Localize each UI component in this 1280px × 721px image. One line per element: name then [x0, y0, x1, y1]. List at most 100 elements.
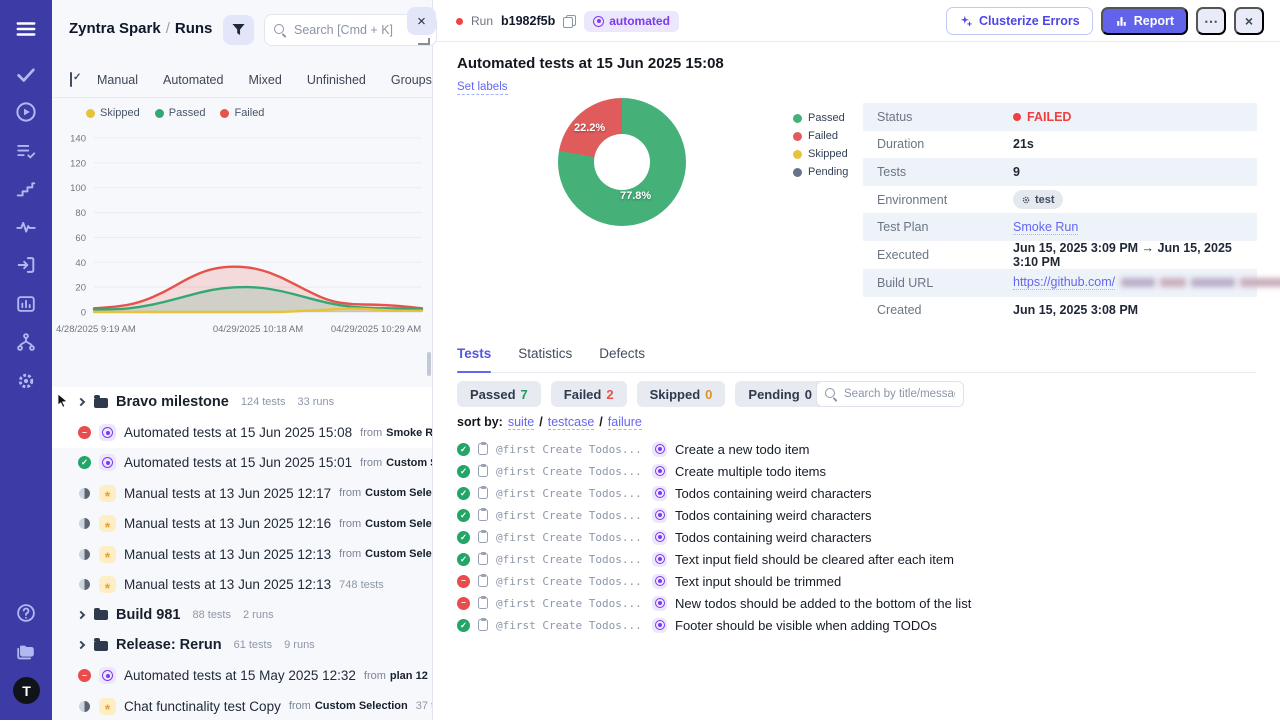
test-suite-label[interactable]: @first Create Todos...	[496, 619, 644, 632]
analytics-icon[interactable]	[15, 293, 37, 315]
tab-tests[interactable]: Tests	[457, 346, 491, 372]
test-row[interactable]: @first Create Todos... Todos containing …	[457, 504, 1270, 526]
close-run-button[interactable]: ×	[1234, 7, 1264, 35]
test-title[interactable]: Text input field should be cleared after…	[675, 552, 954, 567]
chevron-right-icon[interactable]	[77, 398, 85, 406]
test-suite-label[interactable]: @first Create Todos...	[496, 509, 644, 522]
folder-title[interactable]: Release: Rerun	[116, 637, 222, 653]
clusterize-errors-button[interactable]: Clusterize Errors	[946, 7, 1093, 35]
run-list-item[interactable]: Manual tests at 13 Jun 2025 12:16 from C…	[52, 509, 432, 539]
chevron-right-icon[interactable]	[77, 611, 85, 619]
test-row[interactable]: @first Create Todos... New todos should …	[457, 592, 1270, 614]
test-title[interactable]: Todos containing weird characters	[675, 508, 872, 523]
tests-search-input[interactable]	[844, 388, 955, 400]
sort-testcase-link[interactable]: testcase	[548, 415, 595, 430]
test-suite-label[interactable]: @first Create Todos...	[496, 443, 644, 456]
tab-unfinished[interactable]: Unfinished	[307, 73, 366, 87]
chevron-right-icon[interactable]	[77, 641, 85, 649]
scrollbar-thumb[interactable]	[427, 352, 431, 376]
run-title[interactable]: Automated tests at 15 Jun 2025 15:01	[124, 455, 352, 470]
settings-gear-icon[interactable]	[15, 370, 37, 392]
tab-defects[interactable]: Defects	[599, 346, 645, 372]
copy-icon[interactable]	[563, 15, 576, 28]
run-list-item[interactable]: Manual tests at 13 Jun 2025 12:13 from C…	[52, 539, 432, 569]
close-panel-button[interactable]: ×	[407, 7, 436, 35]
test-row[interactable]: @first Create Todos... Todos containing …	[457, 526, 1270, 548]
run-title[interactable]: Manual tests at 13 Jun 2025 12:17	[124, 486, 331, 501]
help-icon[interactable]	[15, 602, 37, 624]
select-all-icon[interactable]	[70, 72, 72, 87]
check-icon[interactable]	[15, 63, 37, 85]
tab-mixed[interactable]: Mixed	[248, 73, 281, 87]
test-title[interactable]: Todos containing weird characters	[675, 486, 872, 501]
chip-passed[interactable]: Passed7	[457, 381, 541, 407]
test-row[interactable]: @first Create Todos... Text input should…	[457, 570, 1270, 592]
run-list-item[interactable]: Automated tests at 15 Jun 2025 15:01 fro…	[52, 448, 432, 478]
run-title[interactable]: Chat functinality test Copy	[124, 699, 281, 714]
test-suite-label[interactable]: @first Create Todos...	[496, 597, 644, 610]
run-play-icon[interactable]	[14, 100, 38, 124]
import-icon[interactable]	[15, 254, 37, 276]
run-title[interactable]: Automated tests at 15 May 2025 12:32	[124, 668, 356, 683]
build-url-link[interactable]: https://github.com/	[1013, 275, 1115, 290]
test-suite-label[interactable]: @first Create Todos...	[496, 575, 644, 588]
chip-skipped[interactable]: Skipped0	[637, 381, 726, 407]
tab-automated[interactable]: Automated	[163, 73, 223, 87]
test-row[interactable]: @first Create Todos... Create multiple t…	[457, 460, 1270, 482]
run-list-item[interactable]: Manual tests at 13 Jun 2025 12:13 748 te…	[52, 569, 432, 599]
run-title[interactable]: Manual tests at 13 Jun 2025 12:16	[124, 516, 331, 531]
folder-row[interactable]: Release: Rerun 61 tests 9 runs	[52, 630, 432, 660]
report-button[interactable]: Report	[1101, 7, 1188, 35]
test-title[interactable]: Create a new todo item	[675, 442, 809, 457]
test-row[interactable]: @first Create Todos... Todos containing …	[457, 482, 1270, 504]
tests-search[interactable]	[816, 381, 964, 407]
test-suite-label[interactable]: @first Create Todos...	[496, 465, 644, 478]
set-labels-link[interactable]: Set labels	[457, 81, 508, 95]
run-list-item[interactable]: Chat functinality test Copy from Custom …	[52, 691, 432, 721]
steps-icon[interactable]	[15, 178, 37, 200]
folder-row[interactable]: Bravo milestone 124 tests 33 runs	[52, 387, 432, 417]
env-badge: test	[1013, 190, 1063, 209]
filter-button[interactable]	[223, 15, 254, 45]
projects-icon[interactable]	[15, 641, 37, 663]
run-from: from Custom Selection	[339, 548, 432, 560]
test-row[interactable]: @first Create Todos... Create a new todo…	[457, 438, 1270, 460]
from-label: from	[339, 518, 361, 530]
pulse-icon[interactable]	[15, 216, 37, 238]
list-check-icon[interactable]	[15, 140, 37, 162]
breadcrumb-project[interactable]: Zyntra Spark	[69, 20, 161, 37]
test-title[interactable]: New todos should be added to the bottom …	[675, 596, 971, 611]
folder-row[interactable]: Build 981 88 tests 2 runs	[52, 600, 432, 630]
test-suite-label[interactable]: @first Create Todos...	[496, 487, 644, 500]
test-title[interactable]: Create multiple todo items	[675, 464, 826, 479]
collapse-icon[interactable]	[418, 38, 430, 45]
tab-statistics[interactable]: Statistics	[518, 346, 572, 372]
sort-failure-link[interactable]: failure	[608, 415, 642, 430]
app-logo[interactable]: T	[13, 677, 40, 704]
test-title[interactable]: Text input should be trimmed	[675, 574, 841, 589]
test-row[interactable]: @first Create Todos... Text input field …	[457, 548, 1270, 570]
chip-pending[interactable]: Pending0	[735, 381, 825, 407]
test-row[interactable]: @first Create Todos... Footer should be …	[457, 614, 1270, 636]
test-plan-link[interactable]: Smoke Run	[1013, 220, 1078, 235]
folder-title[interactable]: Build 981	[116, 607, 180, 623]
tab-manual[interactable]: Manual	[97, 73, 138, 87]
breadcrumb[interactable]: Zyntra Spark/Runs	[69, 20, 212, 37]
run-list-item[interactable]: Automated tests at 15 May 2025 12:32 fro…	[52, 661, 432, 691]
run-list-item[interactable]: Manual tests at 13 Jun 2025 12:17 from C…	[52, 478, 432, 508]
branches-icon[interactable]	[15, 331, 37, 353]
more-actions-button[interactable]: ⋯	[1196, 7, 1226, 35]
test-title[interactable]: Footer should be visible when adding TOD…	[675, 618, 937, 633]
folder-title[interactable]: Bravo milestone	[116, 394, 229, 410]
sort-suite-link[interactable]: suite	[508, 415, 534, 430]
tab-groups[interactable]: Groups	[391, 73, 432, 87]
run-title[interactable]: Manual tests at 13 Jun 2025 12:13	[124, 577, 331, 592]
menu-icon[interactable]	[15, 18, 37, 40]
run-title[interactable]: Automated tests at 15 Jun 2025 15:08	[124, 425, 352, 440]
test-title[interactable]: Todos containing weird characters	[675, 530, 872, 545]
run-title[interactable]: Manual tests at 13 Jun 2025 12:13	[124, 547, 331, 562]
chip-failed[interactable]: Failed2	[551, 381, 627, 407]
test-suite-label[interactable]: @first Create Todos...	[496, 531, 644, 544]
run-list-item[interactable]: Automated tests at 15 Jun 2025 15:08 fro…	[52, 417, 432, 447]
test-suite-label[interactable]: @first Create Todos...	[496, 553, 644, 566]
